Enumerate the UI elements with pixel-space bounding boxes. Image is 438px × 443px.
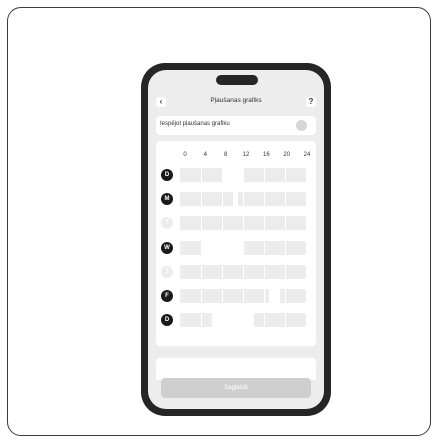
day-schedule-bar[interactable] bbox=[180, 192, 306, 207]
header-bar: ‹ Pļaušanas grafiks ? bbox=[148, 94, 324, 112]
hour-tick bbox=[201, 240, 202, 255]
hour-tick bbox=[264, 313, 265, 328]
hour-tick bbox=[264, 216, 265, 231]
hour-tick bbox=[285, 192, 286, 207]
day-toggle[interactable]: D bbox=[161, 169, 173, 181]
page-title: Pļaušanas grafiks bbox=[210, 97, 262, 104]
day-toggle[interactable]: T bbox=[161, 265, 173, 278]
hour-tick bbox=[243, 216, 244, 231]
hour-tick bbox=[201, 313, 202, 328]
schedule-gap bbox=[269, 289, 280, 303]
hour-tick bbox=[222, 168, 223, 182]
hour-label: 20 bbox=[283, 152, 290, 158]
hour-tick bbox=[222, 264, 223, 279]
hour-tick bbox=[201, 289, 202, 303]
hour-label: 4 bbox=[203, 152, 207, 158]
hour-tick bbox=[285, 168, 286, 182]
day-schedule-bar[interactable] bbox=[180, 313, 306, 328]
phone-screen: ‹ Pļaušanas grafiks ? Iespējot pļaušanas… bbox=[148, 70, 324, 409]
save-button[interactable]: Saglabāt bbox=[161, 378, 311, 398]
enable-schedule-row: Iespējot pļaušanas grafiku bbox=[156, 116, 316, 135]
hour-tick bbox=[243, 240, 244, 255]
hour-tick bbox=[201, 168, 202, 182]
hour-tick bbox=[264, 289, 265, 303]
day-schedule-bar[interactable] bbox=[180, 168, 306, 182]
hour-tick bbox=[285, 216, 286, 231]
hour-tick bbox=[222, 313, 223, 328]
hour-tick bbox=[243, 192, 244, 207]
hour-tick bbox=[285, 313, 286, 328]
hour-label: 0 bbox=[183, 152, 187, 158]
hour-tick bbox=[222, 240, 223, 255]
phone-frame: ‹ Pļaušanas grafiks ? Iespējot pļaušanas… bbox=[141, 63, 331, 416]
hour-tick bbox=[285, 264, 286, 279]
question-mark-icon: ? bbox=[308, 97, 314, 106]
day-schedule-bar[interactable] bbox=[180, 240, 306, 255]
phone-notch bbox=[216, 75, 258, 85]
day-toggle[interactable]: D bbox=[161, 314, 173, 327]
enable-schedule-toggle[interactable] bbox=[296, 120, 307, 131]
day-toggle[interactable]: T bbox=[161, 217, 173, 230]
hour-tick bbox=[264, 240, 265, 255]
enable-schedule-label: Iespējot pļaušanas grafiku bbox=[160, 121, 230, 127]
hour-tick bbox=[201, 216, 202, 231]
hour-label: 16 bbox=[262, 152, 270, 158]
hour-tick bbox=[243, 313, 244, 328]
hour-tick bbox=[222, 216, 223, 231]
hour-label: 24 bbox=[303, 152, 311, 158]
hour-tick bbox=[285, 289, 286, 303]
hour-tick bbox=[201, 192, 202, 207]
day-schedule-bar[interactable] bbox=[180, 289, 306, 303]
outer-card: ‹ Pļaušanas grafiks ? Iespējot pļaušanas… bbox=[7, 7, 431, 436]
hour-tick bbox=[264, 264, 265, 279]
hour-tick bbox=[243, 289, 244, 303]
help-button[interactable]: ? bbox=[306, 97, 316, 107]
day-toggle[interactable]: M bbox=[161, 193, 173, 206]
day-toggle[interactable]: F bbox=[161, 290, 173, 302]
hour-label: 8 bbox=[223, 152, 228, 158]
bottom-panel bbox=[156, 358, 316, 380]
schedule-panel: 0 4 8 12 16 20 24 DMTWTFD bbox=[156, 141, 316, 346]
hour-tick bbox=[264, 192, 265, 207]
day-schedule-bar[interactable] bbox=[180, 216, 306, 231]
hour-labels: 0 4 8 12 16 20 24 bbox=[183, 152, 311, 162]
hour-tick bbox=[201, 264, 202, 279]
schedule-gap bbox=[211, 313, 254, 328]
schedule-gap bbox=[232, 192, 238, 207]
day-toggle[interactable]: W bbox=[161, 241, 173, 254]
hour-tick bbox=[243, 264, 244, 279]
hour-label: 12 bbox=[242, 152, 250, 158]
hour-tick bbox=[285, 240, 286, 255]
hour-tick bbox=[243, 168, 244, 182]
day-schedule-bar[interactable] bbox=[180, 264, 306, 279]
hour-tick bbox=[264, 168, 265, 182]
schedule-gap bbox=[222, 168, 243, 182]
hour-tick bbox=[222, 192, 223, 207]
hour-tick bbox=[222, 289, 223, 303]
